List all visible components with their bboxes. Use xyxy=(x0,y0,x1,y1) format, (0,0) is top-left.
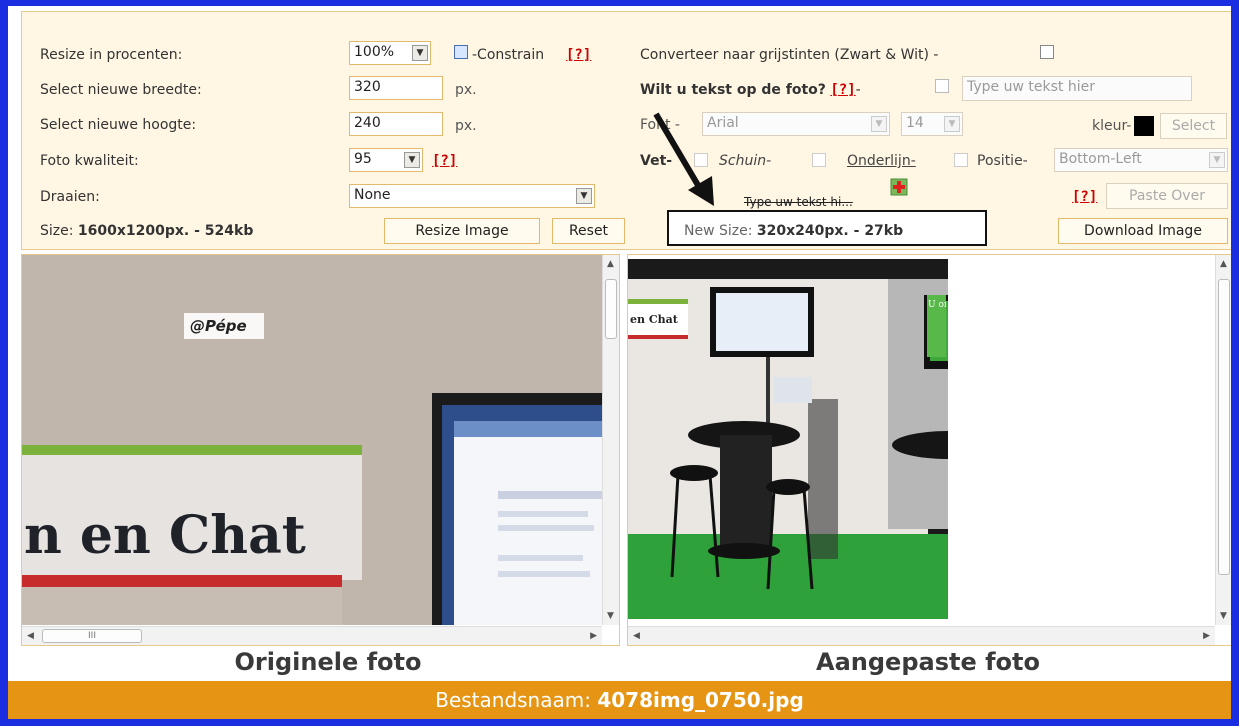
underline-label: Onderlijn- xyxy=(847,153,916,169)
quality-label: Foto kwaliteit: xyxy=(40,153,139,169)
height-input[interactable]: 240 xyxy=(349,112,443,136)
position-select[interactable]: Bottom-Left ▼ xyxy=(1054,148,1228,172)
sign-text: n en Chat xyxy=(24,505,306,566)
adjusted-caption: Aangepaste foto xyxy=(816,648,1040,676)
chevron-down-icon: ▼ xyxy=(871,116,887,132)
new-size-value: 320x240px. - 27kb xyxy=(756,223,904,239)
filename-footer: Bestandsnaam: 4078img_0750.jpg xyxy=(8,681,1231,719)
original-size: Size: 1600x1200px. - 524kb xyxy=(40,223,253,239)
font-size-select[interactable]: 14 ▼ xyxy=(901,112,963,136)
scroll-up-icon[interactable]: ▲ xyxy=(1220,259,1227,269)
adjusted-green-screen: U ontdekt er alles over, hier in de groe… xyxy=(927,295,946,357)
settings-panel: Resize in procenten: Select nieuwe breed… xyxy=(21,11,1231,250)
watermark-text: @Pépe xyxy=(190,317,247,335)
font-select[interactable]: Arial ▼ xyxy=(702,112,890,136)
scroll-up-icon[interactable]: ▲ xyxy=(607,259,614,269)
scroll-right-icon[interactable]: ▶ xyxy=(1203,631,1210,641)
scroll-down-icon[interactable]: ▼ xyxy=(1220,611,1227,621)
grayscale-label: Converteer naar grijstinten (Zwart & Wit… xyxy=(640,47,939,63)
paste-help-link[interactable]: [?] xyxy=(1072,189,1097,205)
rotate-label: Draaien: xyxy=(40,189,100,205)
position-label: Positie- xyxy=(977,153,1028,169)
add-icon[interactable] xyxy=(890,178,908,196)
rotate-select[interactable]: None ▼ xyxy=(349,184,595,208)
annotation-arrow-icon xyxy=(653,112,714,206)
scroll-thumb[interactable] xyxy=(605,279,617,339)
paste-over-button[interactable]: Paste Over xyxy=(1106,183,1228,209)
position-value: Bottom-Left xyxy=(1059,151,1142,167)
filename-prefix: Bestandsnaam: xyxy=(435,688,598,712)
text-question-row: Wilt u tekst op de foto? [?]- xyxy=(640,82,861,98)
width-unit: px. xyxy=(455,82,477,98)
chevron-down-icon: ▼ xyxy=(576,188,592,204)
width-input[interactable]: 320 xyxy=(349,76,443,100)
scroll-thumb[interactable] xyxy=(1218,279,1230,575)
resize-image-button[interactable]: Resize Image xyxy=(384,218,540,244)
resize-percent-value: 100% xyxy=(354,44,395,60)
quality-help-link[interactable]: [?] xyxy=(432,153,457,169)
height-unit: px. xyxy=(455,118,477,134)
size-value: 1600x1200px. - 524kb xyxy=(77,223,254,239)
original-horizontal-scrollbar[interactable]: ◀ III ▶ xyxy=(22,626,602,645)
original-caption: Originele foto xyxy=(234,648,422,676)
original-image-viewer[interactable]: n en Chat @Pépe ▲ ▼ ◀ III ▶ xyxy=(21,254,620,646)
width-label: Select nieuwe breedte: xyxy=(40,82,202,98)
rotate-value: None xyxy=(354,187,391,203)
chevron-down-icon: ▼ xyxy=(412,45,428,61)
new-size: New Size: 320x240px. - 27kb xyxy=(684,223,903,239)
constrain-checkbox[interactable] xyxy=(454,45,468,59)
text-checkbox[interactable] xyxy=(935,79,949,93)
height-label: Select nieuwe hoogte: xyxy=(40,117,197,133)
color-label: kleur- xyxy=(1092,118,1132,134)
quality-select[interactable]: 95 ▼ xyxy=(349,148,423,172)
text-dash: - xyxy=(855,82,861,98)
scroll-down-icon[interactable]: ▼ xyxy=(607,611,614,621)
constrain-help-link[interactable]: [?] xyxy=(566,47,591,63)
adjusted-photo: en Chat xyxy=(628,259,948,619)
scroll-left-icon[interactable]: ◀ xyxy=(633,631,640,641)
italic-label: Schuin- xyxy=(719,153,772,169)
adjusted-vertical-scrollbar[interactable]: ▲ ▼ xyxy=(1215,255,1231,625)
scroll-thumb-horizontal[interactable]: III xyxy=(42,629,142,643)
text-help-link[interactable]: [?] xyxy=(830,82,855,98)
download-image-button[interactable]: Download Image xyxy=(1058,218,1228,244)
chevron-down-icon: ▼ xyxy=(404,152,420,168)
chevron-down-icon: ▼ xyxy=(1209,152,1225,168)
adjusted-horizontal-scrollbar[interactable]: ◀ ▶ xyxy=(628,626,1215,645)
color-swatch[interactable] xyxy=(1134,116,1154,136)
reset-button[interactable]: Reset xyxy=(552,218,625,244)
resize-percent-select[interactable]: 100% ▼ xyxy=(349,41,431,65)
page-frame: Resize in procenten: Select nieuwe breed… xyxy=(8,6,1231,719)
adjusted-image-viewer[interactable]: en Chat U ontdekt er alles over, hier in… xyxy=(627,254,1231,646)
original-vertical-scrollbar[interactable]: ▲ ▼ xyxy=(602,255,619,625)
underline-checkbox[interactable] xyxy=(954,153,968,167)
new-size-prefix: New Size: xyxy=(684,223,757,239)
original-photo: n en Chat @Pépe xyxy=(22,255,603,625)
filename-value: 4078img_0750.jpg xyxy=(597,688,804,712)
svg-text:U ontdekt er alles over, hier: U ontdekt er alles over, hier in de groe… xyxy=(928,300,946,310)
quality-value: 95 xyxy=(354,151,372,167)
chevron-down-icon: ▼ xyxy=(944,116,960,132)
resize-percent-label: Resize in procenten: xyxy=(40,47,183,63)
text-preview: Type uw tekst hi... xyxy=(744,195,853,209)
font-size-value: 14 xyxy=(906,115,924,131)
size-prefix: Size: xyxy=(40,223,78,239)
text-input[interactable]: Type uw tekst hier xyxy=(962,76,1192,101)
adjusted-sign-text: en Chat xyxy=(630,313,679,326)
constrain-label: -Constrain xyxy=(472,47,545,63)
color-select-button[interactable]: Select xyxy=(1160,113,1227,139)
scroll-left-icon[interactable]: ◀ xyxy=(27,631,34,641)
scroll-right-icon[interactable]: ▶ xyxy=(590,631,597,641)
text-question-label: Wilt u tekst op de foto? xyxy=(640,82,826,98)
grayscale-checkbox[interactable] xyxy=(1040,45,1054,59)
adjusted-screen-text: U ontdekt er alles over, hier in de groe… xyxy=(928,300,946,310)
italic-checkbox[interactable] xyxy=(812,153,826,167)
